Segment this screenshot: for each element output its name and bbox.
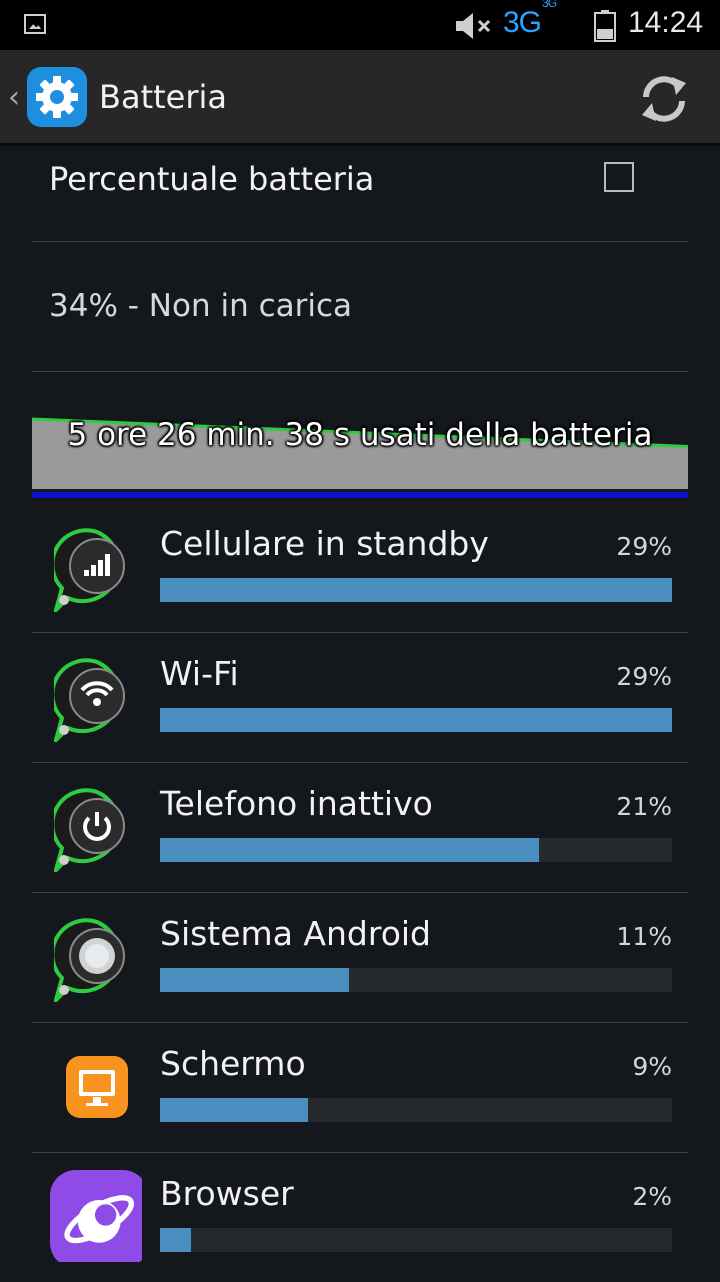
network-type-label: 3G (503, 6, 542, 39)
back-chevron-icon[interactable]: ‹ (8, 80, 20, 115)
usage-bar-fill (160, 968, 350, 992)
usage-item-percent: 2% (632, 1182, 672, 1211)
usage-bar-fill (160, 1098, 309, 1122)
battery-status-text: 34% - Non in carica (49, 288, 353, 324)
battery-percentage-checkbox[interactable] (604, 162, 634, 192)
battery-usage-duration: 5 ore 26 min. 38 s usati della batteria (67, 417, 653, 453)
usage-item-name: Schermo (160, 1044, 306, 1083)
usage-item[interactable]: Schermo 9% (32, 1022, 688, 1153)
settings-gear-icon[interactable] (27, 67, 87, 127)
status-bar: 3G3G 14:24 (0, 0, 720, 50)
refresh-icon[interactable] (636, 71, 692, 127)
battery-history-chart[interactable]: 5 ore 26 min. 38 s usati della batteria (32, 411, 688, 489)
picture-notification-icon (24, 14, 46, 34)
usage-bar-track (160, 708, 672, 732)
battery-status-row: 34% - Non in carica (32, 242, 688, 372)
usage-bar-fill (160, 708, 672, 732)
usage-item-name: Telefono inattivo (160, 784, 433, 823)
page-title: Batteria (99, 78, 227, 116)
battery-icon (594, 10, 616, 42)
usage-item-name: Cellulare in standby (160, 524, 489, 563)
usage-item-name: Sistema Android (160, 914, 431, 953)
network-type-small: 3G (542, 0, 557, 10)
usage-bar-track (160, 968, 672, 992)
usage-item[interactable]: Sistema Android 11% (32, 892, 688, 1023)
mute-icon (456, 13, 491, 39)
usage-bar-track (160, 838, 672, 862)
clock: 14:24 (628, 6, 704, 39)
usage-item-percent: 11% (616, 922, 672, 951)
wifi-icon (54, 658, 125, 742)
android-system-icon (54, 918, 125, 1002)
signal-3g-icon: 3G3G (503, 0, 557, 40)
usage-item[interactable]: Browser 2% (32, 1152, 688, 1282)
battery-percentage-setting[interactable]: Percentuale batteria (32, 146, 688, 242)
usage-item-name: Browser (160, 1174, 294, 1213)
usage-item-percent: 9% (632, 1052, 672, 1081)
action-bar: ‹ Batteria (0, 50, 720, 146)
usage-item[interactable]: Cellulare in standby 29% (32, 502, 688, 633)
usage-item-percent: 21% (616, 792, 672, 821)
usage-item-percent: 29% (616, 532, 672, 561)
power-icon (54, 788, 125, 872)
usage-item[interactable]: Wi-Fi 29% (32, 632, 688, 763)
history-divider (32, 492, 688, 498)
usage-bar-track (160, 1098, 672, 1122)
usage-bar-track (160, 1228, 672, 1252)
browser-icon (50, 1170, 142, 1262)
screen-icon (66, 1056, 128, 1118)
battery-percentage-label: Percentuale batteria (49, 160, 375, 198)
usage-bar-fill (160, 578, 672, 602)
usage-item[interactable]: Telefono inattivo 21% (32, 762, 688, 893)
signal-bars-icon (54, 528, 125, 612)
usage-bar-fill (160, 838, 539, 862)
usage-bar-fill (160, 1228, 191, 1252)
usage-item-name: Wi-Fi (160, 654, 239, 693)
usage-item-percent: 29% (616, 662, 672, 691)
usage-bar-track (160, 578, 672, 602)
